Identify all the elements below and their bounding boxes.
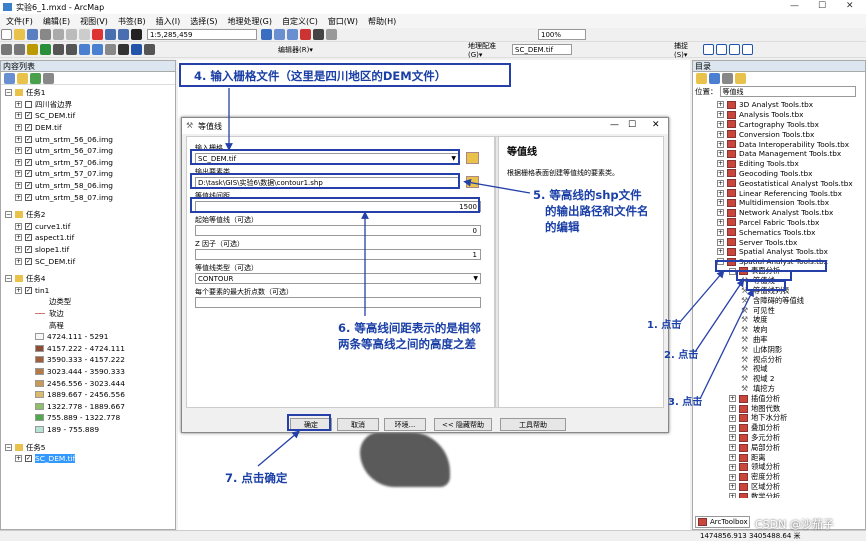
watermark-text: CSDN @沙茄子 — [755, 518, 834, 531]
arrow-click3 — [699, 288, 754, 400]
arrow-click1 — [679, 270, 725, 323]
arrow-step5 — [463, 178, 531, 194]
coordinate-readout: 1474856.913 3405488.64 米 — [700, 532, 801, 540]
annotation-arrows — [225, 88, 754, 467]
arrow-click2 — [694, 278, 745, 353]
arrow-step7 — [257, 430, 300, 467]
status-bar: 1474856.913 3405488.64 米 — [0, 530, 866, 541]
